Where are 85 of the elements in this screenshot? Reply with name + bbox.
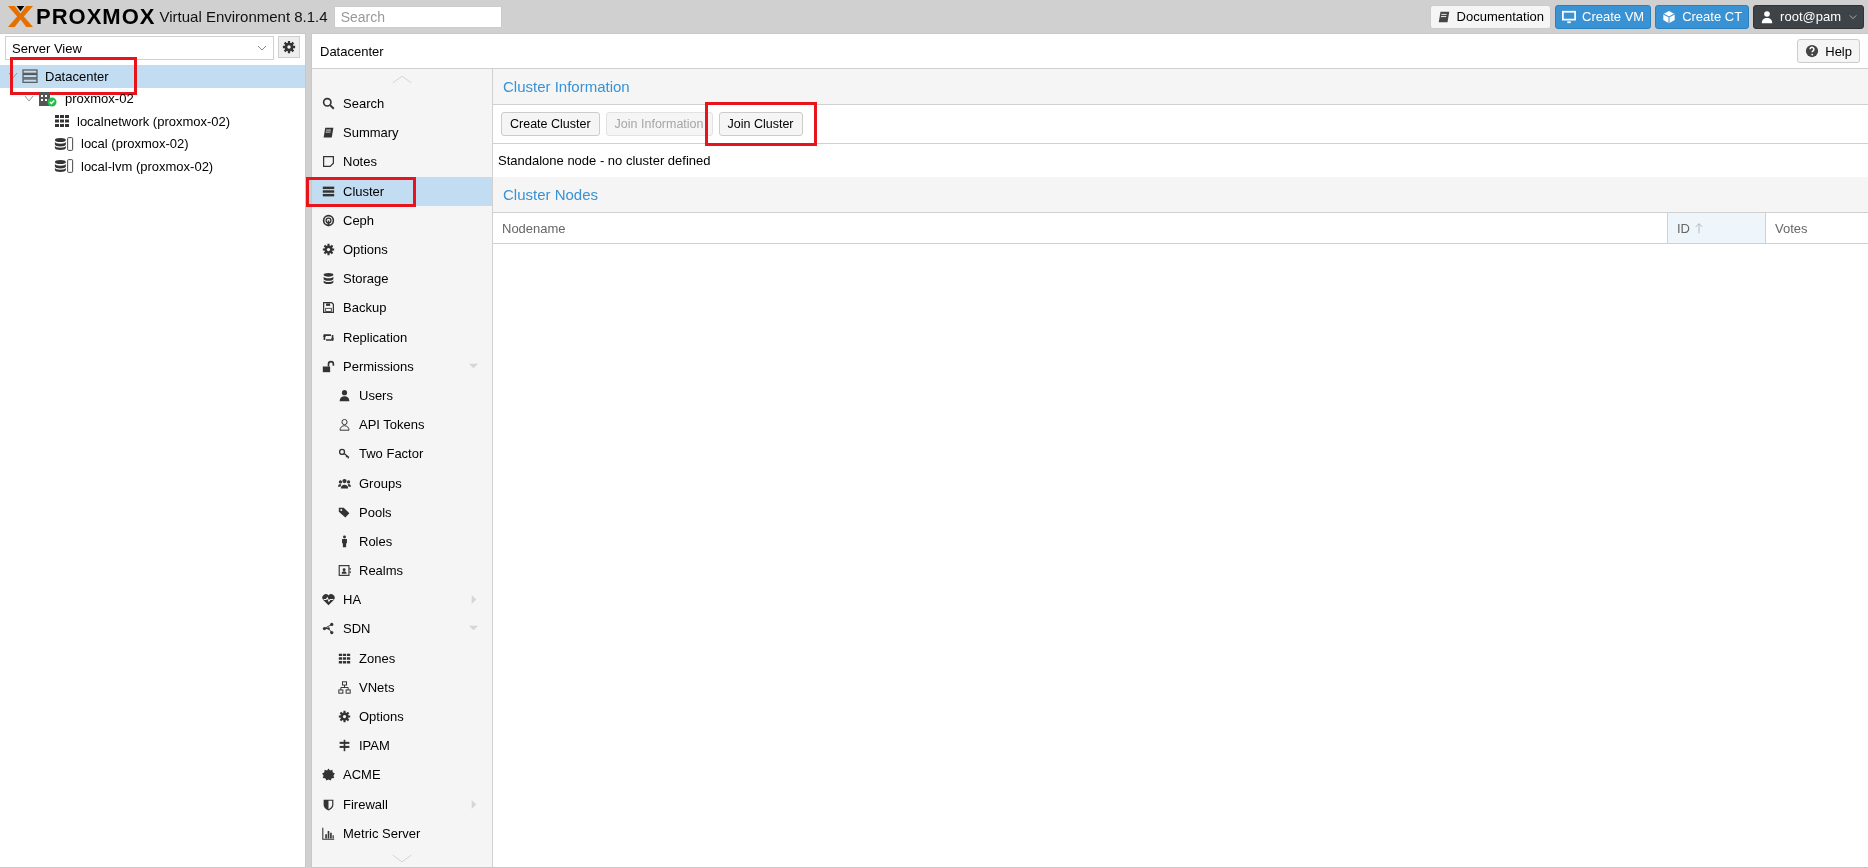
gear-icon bbox=[338, 710, 351, 724]
logo-x-icon bbox=[6, 4, 35, 29]
user-outline-icon bbox=[338, 418, 351, 432]
database-icon bbox=[322, 272, 335, 286]
shield-icon bbox=[322, 797, 335, 811]
nav-item[interactable]: Firewall bbox=[312, 789, 492, 819]
nav-item[interactable]: Options bbox=[312, 234, 492, 265]
page-title: Datacenter bbox=[320, 43, 384, 59]
nav-item[interactable]: HA bbox=[312, 585, 492, 615]
settings-button[interactable] bbox=[278, 36, 300, 58]
nav-item[interactable]: IPAM bbox=[312, 731, 492, 761]
signpost-icon bbox=[338, 739, 351, 753]
toolbar-button[interactable]: Documentation bbox=[1429, 4, 1551, 29]
tree-item[interactable]: Datacenter bbox=[0, 65, 305, 88]
tree-item[interactable]: local-lvm (proxmox-02) bbox=[0, 155, 305, 178]
search-icon bbox=[322, 97, 335, 111]
scroll-down-icon[interactable] bbox=[392, 854, 412, 864]
section-title: Cluster Nodes bbox=[503, 186, 599, 203]
user-icon bbox=[1760, 9, 1775, 24]
nav-item[interactable]: Summary bbox=[312, 118, 492, 148]
monitor-icon bbox=[1562, 9, 1576, 24]
server-stack-icon bbox=[322, 184, 335, 198]
nav-item[interactable]: ACME bbox=[312, 760, 492, 790]
unlocked-padlock-icon bbox=[322, 359, 335, 373]
tags-icon bbox=[338, 505, 351, 519]
storage-icon bbox=[54, 158, 74, 175]
cube-icon bbox=[1662, 9, 1677, 24]
section-title: Cluster Information bbox=[503, 78, 630, 95]
sitemap-icon bbox=[338, 680, 351, 694]
grid-icon bbox=[338, 651, 351, 665]
share-nodes-icon bbox=[322, 622, 335, 636]
id-card-icon bbox=[338, 564, 351, 578]
heartbeat-icon bbox=[322, 593, 335, 607]
nav-item[interactable]: Storage bbox=[312, 264, 492, 294]
sort-arrow-up-icon bbox=[1695, 221, 1703, 235]
column-header[interactable]: Votes bbox=[1766, 213, 1868, 243]
nav-item[interactable]: SDN bbox=[312, 614, 492, 644]
nav-item[interactable]: Notes bbox=[312, 147, 492, 177]
toolbar-button[interactable]: Join Cluster bbox=[718, 112, 803, 136]
nav-item[interactable]: Realms bbox=[312, 556, 492, 586]
tree-item[interactable]: localnetwork (proxmox-02) bbox=[0, 110, 305, 133]
gear-icon bbox=[322, 243, 335, 257]
nav-item[interactable]: API Tokens bbox=[312, 410, 492, 440]
storage-icon bbox=[54, 135, 74, 152]
server-stack-icon bbox=[22, 68, 38, 85]
logo-wordmark: PROXMOX bbox=[36, 3, 156, 30]
version-label: Virtual Environment 8.1.4 bbox=[159, 8, 328, 25]
chevron-down-icon bbox=[1849, 13, 1857, 20]
nav-item[interactable]: Options bbox=[312, 701, 492, 732]
nav-item[interactable]: Roles bbox=[312, 526, 492, 556]
users-icon bbox=[338, 476, 351, 490]
column-header[interactable]: ID bbox=[1668, 213, 1766, 243]
tree-item[interactable]: proxmox-02 bbox=[0, 87, 305, 110]
nav-item[interactable]: Cluster bbox=[312, 176, 492, 206]
toolbar-button[interactable]: Create Cluster bbox=[501, 112, 600, 136]
user-icon bbox=[338, 388, 351, 402]
nav-item[interactable]: Pools bbox=[312, 497, 492, 527]
grid-icon bbox=[54, 113, 70, 130]
gear-icon bbox=[282, 40, 296, 54]
nav-item[interactable]: Zones bbox=[312, 643, 492, 673]
book-icon bbox=[1436, 9, 1451, 24]
bar-chart-icon bbox=[322, 826, 335, 840]
help-icon bbox=[1805, 44, 1820, 58]
nav-item[interactable]: Groups bbox=[312, 468, 492, 498]
nav-item[interactable]: Two Factor bbox=[312, 439, 492, 469]
tree-item[interactable]: local (proxmox-02) bbox=[0, 132, 305, 155]
search-field[interactable]: Search bbox=[333, 5, 502, 28]
nav-item[interactable]: Users bbox=[312, 380, 492, 411]
nav-item[interactable]: Search bbox=[312, 89, 492, 119]
help-button[interactable]: Help bbox=[1797, 39, 1860, 63]
nav-item[interactable]: VNets bbox=[312, 672, 492, 702]
book-icon bbox=[322, 126, 335, 140]
starburst-icon bbox=[322, 768, 335, 782]
concentric-rings-icon bbox=[322, 213, 335, 227]
scroll-up-icon[interactable] bbox=[392, 74, 412, 84]
nav-item[interactable]: Replication bbox=[312, 322, 492, 352]
note-icon bbox=[322, 155, 335, 169]
user-menu-button[interactable]: root@pam bbox=[1753, 4, 1864, 29]
status-text: Standalone node - no cluster defined bbox=[498, 153, 711, 168]
nav-item[interactable]: Metric Server bbox=[312, 818, 492, 848]
nav-item[interactable]: Backup bbox=[312, 293, 492, 323]
nav-item[interactable]: Permissions bbox=[312, 351, 492, 381]
chevron-down-icon bbox=[257, 45, 267, 51]
nav-item[interactable]: Ceph bbox=[312, 205, 492, 235]
view-selector[interactable]: Server View bbox=[5, 36, 274, 60]
